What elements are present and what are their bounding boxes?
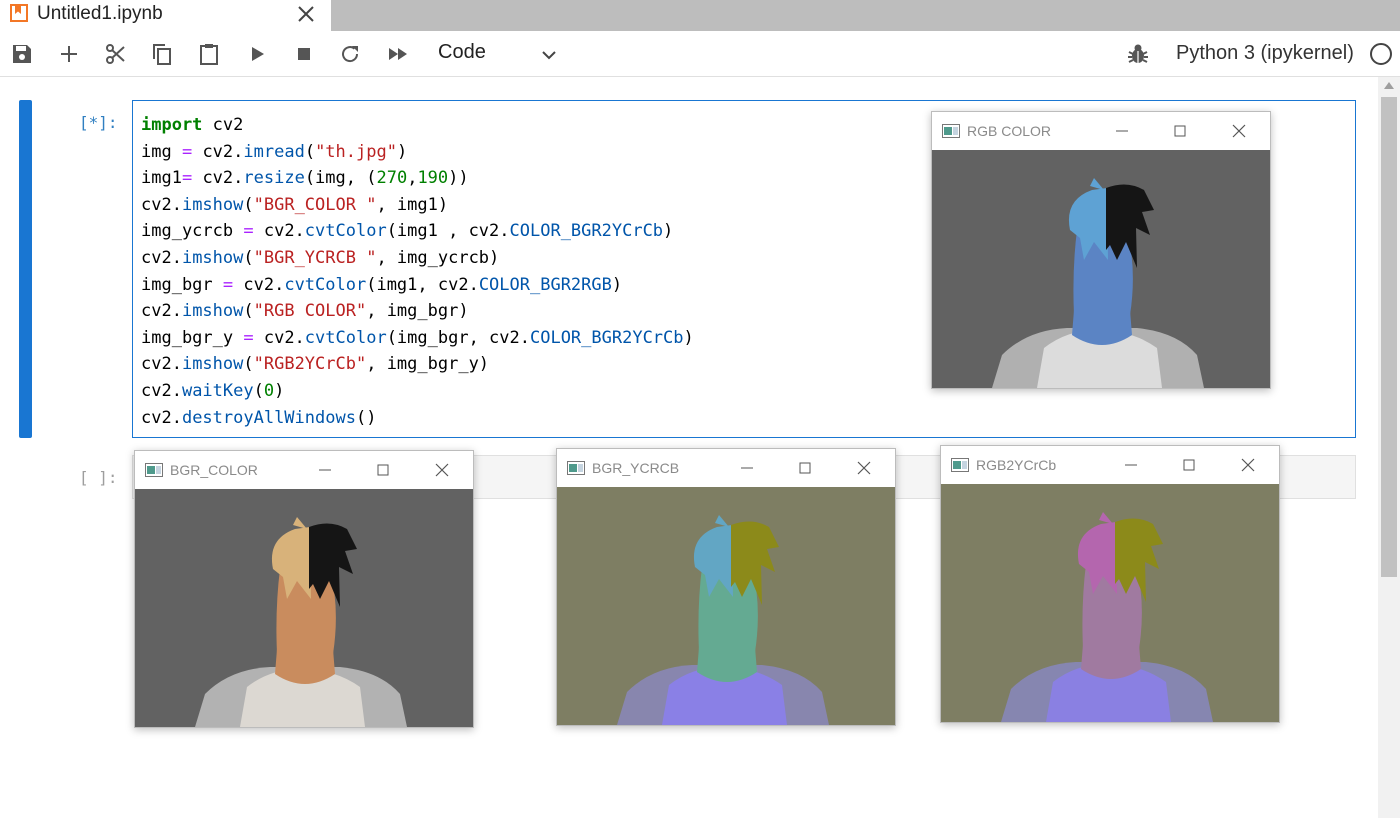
code-line: cv2.destroyAllWindows() <box>141 407 377 428</box>
tab-bar: Untitled1.ipynb <box>0 0 1400 31</box>
window-titlebar[interactable]: RGB2YCrCb <box>941 446 1279 484</box>
fast-forward-icon[interactable] <box>386 42 410 66</box>
code-line: cv2.waitKey(0) <box>141 380 285 401</box>
maximize-icon[interactable] <box>373 460 393 480</box>
kernel-name[interactable]: Python 3 (ipykernel) <box>1176 42 1354 65</box>
image-view <box>941 484 1279 722</box>
close-icon[interactable] <box>854 458 874 478</box>
minimize-icon[interactable] <box>1112 121 1132 141</box>
app-icon <box>951 458 969 472</box>
maximize-icon[interactable] <box>795 458 815 478</box>
image-view <box>557 487 895 725</box>
add-icon[interactable] <box>57 42 81 66</box>
code-line: cv2.imshow("RGB2YCrCb", img_bgr_y) <box>141 354 490 375</box>
opencv-window[interactable]: BGR_YCRCB <box>556 448 896 726</box>
notebook-icon <box>10 4 28 22</box>
copy-icon[interactable] <box>150 42 174 66</box>
image-view <box>932 150 1270 388</box>
code-line: cv2.imshow("RGB COLOR", img_bgr) <box>141 301 469 322</box>
scroll-up-icon[interactable] <box>1384 82 1394 89</box>
paste-icon[interactable] <box>197 42 221 66</box>
code-line: cv2.imshow("BGR_COLOR ", img1) <box>141 194 449 215</box>
save-icon[interactable] <box>10 42 34 66</box>
app-icon <box>942 124 960 138</box>
close-tab-icon[interactable] <box>296 4 316 24</box>
notebook-tab[interactable]: Untitled1.ipynb <box>0 0 331 31</box>
close-icon[interactable] <box>1238 455 1258 475</box>
opencv-window[interactable]: RGB COLOR <box>931 111 1271 389</box>
cut-icon[interactable] <box>104 42 128 66</box>
code-line: cv2.imshow("BGR_YCRCB ", img_ycrcb) <box>141 247 500 268</box>
window-titlebar[interactable]: RGB COLOR <box>932 112 1270 150</box>
notebook-toolbar: Code Python 3 (ipykernel) <box>0 31 1400 77</box>
window-title: RGB COLOR <box>967 123 1052 139</box>
cell-type-select[interactable]: Code <box>438 41 486 64</box>
window-titlebar[interactable]: BGR_COLOR <box>135 451 473 489</box>
chevron-down-icon[interactable] <box>539 45 559 65</box>
maximize-icon[interactable] <box>1179 455 1199 475</box>
image-canvas <box>932 150 1270 388</box>
code-line: img_ycrcb = cv2.cvtColor(img1 , cv2.COLO… <box>141 221 674 242</box>
code-line: img1= cv2.resize(img, (270,190)) <box>141 168 469 189</box>
run-icon[interactable] <box>245 42 269 66</box>
minimize-icon[interactable] <box>315 460 335 480</box>
kernel-status-icon <box>1370 43 1392 65</box>
scrollbar-thumb[interactable] <box>1381 97 1397 577</box>
image-canvas <box>941 484 1279 722</box>
image-canvas <box>135 489 473 727</box>
cell-prompt: [*]: <box>79 113 118 132</box>
opencv-window[interactable]: BGR_COLOR <box>134 450 474 728</box>
minimize-icon[interactable] <box>1121 455 1141 475</box>
bug-icon[interactable] <box>1127 42 1149 66</box>
app-icon <box>567 461 585 475</box>
close-icon[interactable] <box>1229 121 1249 141</box>
window-title: BGR_COLOR <box>170 462 258 478</box>
stop-icon[interactable] <box>292 42 316 66</box>
restart-icon[interactable] <box>338 42 362 66</box>
image-canvas <box>557 487 895 725</box>
maximize-icon[interactable] <box>1170 121 1190 141</box>
code-line: img_bgr = cv2.cvtColor(img1, cv2.COLOR_B… <box>141 274 623 295</box>
code-line: img_bgr_y = cv2.cvtColor(img_bgr, cv2.CO… <box>141 327 694 348</box>
window-titlebar[interactable]: BGR_YCRCB <box>557 449 895 487</box>
app-icon <box>145 463 163 477</box>
cell-prompt: [ ]: <box>79 468 118 487</box>
close-icon[interactable] <box>432 460 452 480</box>
code-line: import cv2 <box>141 115 244 135</box>
code-line: img = cv2.imread("th.jpg") <box>141 141 408 162</box>
code-editor[interactable]: import cv2 img = cv2.imread("th.jpg") img1… <box>141 112 694 431</box>
opencv-window[interactable]: RGB2YCrCb <box>940 445 1280 723</box>
active-cell-indicator[interactable] <box>19 100 32 438</box>
tab-title: Untitled1.ipynb <box>37 3 163 24</box>
minimize-icon[interactable] <box>737 458 757 478</box>
window-title: RGB2YCrCb <box>976 457 1057 473</box>
image-view <box>135 489 473 727</box>
window-title: BGR_YCRCB <box>592 460 680 476</box>
